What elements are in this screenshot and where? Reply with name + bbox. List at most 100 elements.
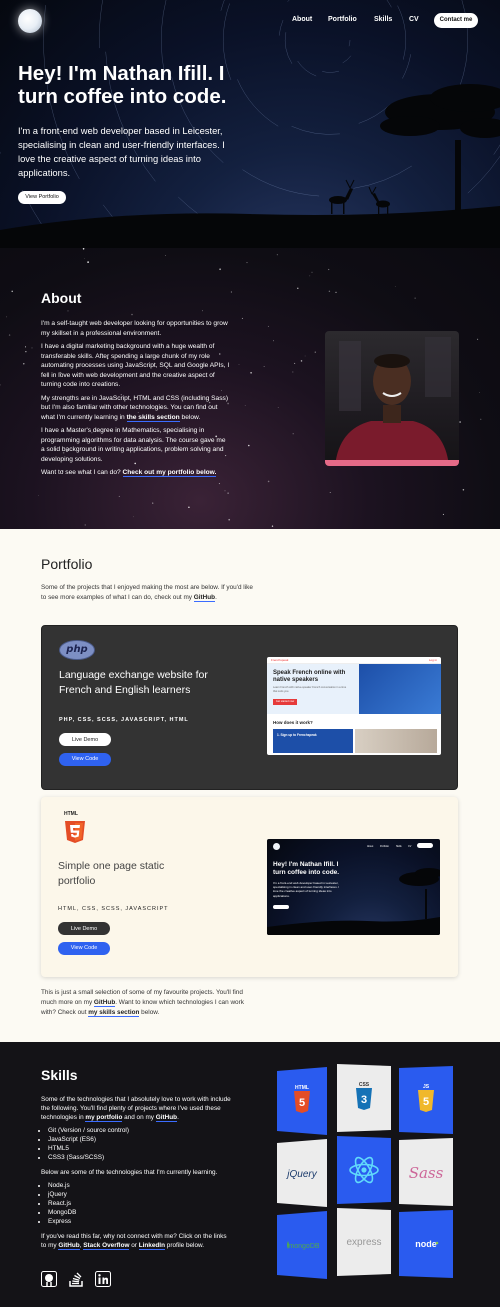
skills-paragraph: If you've read this far, why not connect… (41, 1233, 227, 1250)
html5-icon (65, 821, 85, 843)
nav-about[interactable]: About (292, 16, 312, 23)
stack-overflow-icon[interactable] (68, 1271, 84, 1287)
portfolio-outro: This is just a small selection of some o… (41, 989, 244, 1017)
portfolio-intro: Some of the projects that I enjoyed maki… (41, 584, 253, 602)
github-link[interactable]: GitHub (93, 999, 116, 1007)
express-tile: express (337, 1208, 391, 1276)
svg-text:5: 5 (423, 1096, 429, 1108)
svg-text:node: node (415, 1239, 437, 1249)
skills-section-link[interactable]: the skills section (126, 413, 180, 422)
linkedin-link[interactable]: LinkedIn (138, 1242, 165, 1250)
contact-me-button[interactable]: Contact me (434, 13, 478, 28)
screenshot-photo (355, 729, 437, 753)
javascript-tile: JS 5 (399, 1066, 453, 1134)
list-item: HTML5 (48, 1144, 233, 1153)
project-title: Language exchange website for French and… (59, 669, 208, 696)
stack-overflow-link[interactable]: Stack Overflow (83, 1242, 130, 1250)
screenshot-contact-button (417, 843, 433, 848)
github-icon[interactable] (41, 1271, 57, 1287)
screenshot-button (273, 905, 289, 909)
list-item: Node.js (48, 1181, 233, 1190)
project-tags: PHP, CSS, SCSS, JAVASCRIPT, HTML (59, 717, 189, 723)
sass-tile: Sass (399, 1138, 453, 1206)
view-code-button[interactable]: View Code (58, 942, 110, 955)
express-icon: express (337, 1208, 391, 1276)
about-text: I'm a self-taught web developer looking … (41, 319, 231, 482)
screenshot-button: Get started now (273, 699, 297, 705)
list-item: JavaScript (ES6) (48, 1135, 233, 1144)
mongodb-icon: mongoDB (277, 1211, 327, 1279)
linkedin-icon[interactable] (95, 1271, 111, 1287)
mongodb-tile: mongoDB (275, 1211, 329, 1279)
svg-text:HTML: HTML (295, 1085, 309, 1091)
skills-learning-list: Node.js jQuery React.js MongoDB Express (48, 1181, 233, 1226)
github-link[interactable]: GitHub (193, 594, 216, 602)
css3-icon: CSS 3 (337, 1064, 391, 1132)
svg-text:Sass: Sass (409, 1164, 444, 1182)
project-card: HTML Simple one page static portfolio HT… (41, 797, 458, 977)
jquery-tile: jQuery (275, 1139, 329, 1207)
portfolio-heading: Portfolio (41, 556, 93, 572)
sass-icon: Sass (399, 1138, 453, 1206)
list-item: MongoDB (48, 1208, 233, 1217)
github-link[interactable]: GitHub (155, 1114, 178, 1122)
project-tags: HTML, CSS, SCSS, JAVASCRIPT (58, 906, 169, 912)
react-icon (337, 1136, 391, 1204)
view-portfolio-button[interactable]: View Portfolio (18, 191, 66, 204)
skills-heading: Skills (41, 1067, 78, 1083)
skills-love-list: Git (Version / source control) JavaScrip… (48, 1126, 233, 1162)
about-section: About I'm a self-taught web developer lo… (0, 248, 500, 529)
live-demo-button[interactable]: Live Demo (59, 733, 111, 746)
skills-paragraph: Below are some of the technologies that … (41, 1169, 218, 1176)
portfolio-link[interactable]: my portfolio (85, 1114, 123, 1122)
hero-section: About Portfolio Skills CV Contact me Hey… (0, 0, 500, 248)
jquery-icon: jQuery (277, 1139, 327, 1207)
html5-icon: HTML 5 (277, 1067, 327, 1135)
nav-cv[interactable]: CV (409, 16, 419, 23)
list-item: jQuery (48, 1190, 233, 1199)
svg-text:express: express (346, 1237, 381, 1248)
screenshot-brand: Frenchspeak (271, 658, 289, 662)
photo-accent-bar (325, 460, 459, 466)
screenshot-logo (273, 843, 280, 850)
screenshot-account: Log in (428, 658, 437, 662)
main-nav: About Portfolio Skills CV Contact me (0, 13, 500, 29)
skills-section-link[interactable]: my skills section (88, 1009, 140, 1017)
github-link[interactable]: GitHub (58, 1242, 80, 1250)
list-item: React.js (48, 1199, 233, 1208)
view-code-button[interactable]: View Code (59, 753, 111, 766)
hero-description: I'm a front-end web developer based in L… (18, 125, 225, 178)
about-paragraph: My strengths are in JavaScript, HTML and… (41, 394, 229, 422)
nav-portfolio[interactable]: Portfolio (328, 16, 357, 23)
svg-text:3: 3 (361, 1094, 367, 1106)
nodejs-tile: node (399, 1210, 453, 1278)
about-paragraph: I have a digital marketing background wi… (41, 343, 230, 388)
list-item: Git (Version / source control) (48, 1126, 233, 1135)
screenshot-text: I'm a front-end web developer based in L… (273, 881, 340, 898)
nodejs-icon: node (399, 1210, 453, 1278)
html5-logo-text: HTML (64, 811, 78, 817)
skills-paragraph: Some of the technologies that I absolute… (41, 1096, 231, 1122)
php-icon: php (59, 640, 95, 660)
skills-text: Some of the technologies that I absolute… (41, 1095, 233, 1254)
nav-skills[interactable]: Skills (374, 16, 392, 23)
about-paragraph: I'm a self-taught web developer looking … (41, 320, 228, 337)
portfolio-link[interactable]: Check out my portfolio below. (122, 469, 217, 477)
project-screenshot[interactable]: Frenchspeak Log in Speak French online w… (267, 657, 441, 755)
about-paragraph: I have a Master's degree in Mathematics,… (41, 427, 226, 463)
svg-text:mongoDB: mongoDB (288, 1243, 319, 1250)
live-demo-button[interactable]: Live Demo (58, 922, 110, 935)
css3-tile: CSS 3 (337, 1064, 391, 1132)
project-card: php Language exchange website for French… (41, 625, 458, 790)
project-title: Simple one page static portfolio (58, 860, 165, 887)
screenshot-how-heading: How does it work? (273, 720, 313, 725)
hero-title: Hey! I'm Nathan Ifill. I turn coffee int… (18, 62, 227, 108)
project-screenshot[interactable]: About Portfolio Skills CV Hey! I'm Natha… (267, 839, 440, 935)
skills-section: Skills Some of the technologies that I a… (0, 1042, 500, 1307)
list-item: CSS3 (Sass/SCSS) (48, 1153, 233, 1162)
screenshot-image (359, 664, 441, 714)
svg-text:jQuery: jQuery (285, 1169, 317, 1180)
svg-text:5: 5 (299, 1097, 305, 1109)
screenshot-title: Speak French online with native speakers (273, 670, 346, 683)
svg-text:JS: JS (423, 1084, 430, 1090)
